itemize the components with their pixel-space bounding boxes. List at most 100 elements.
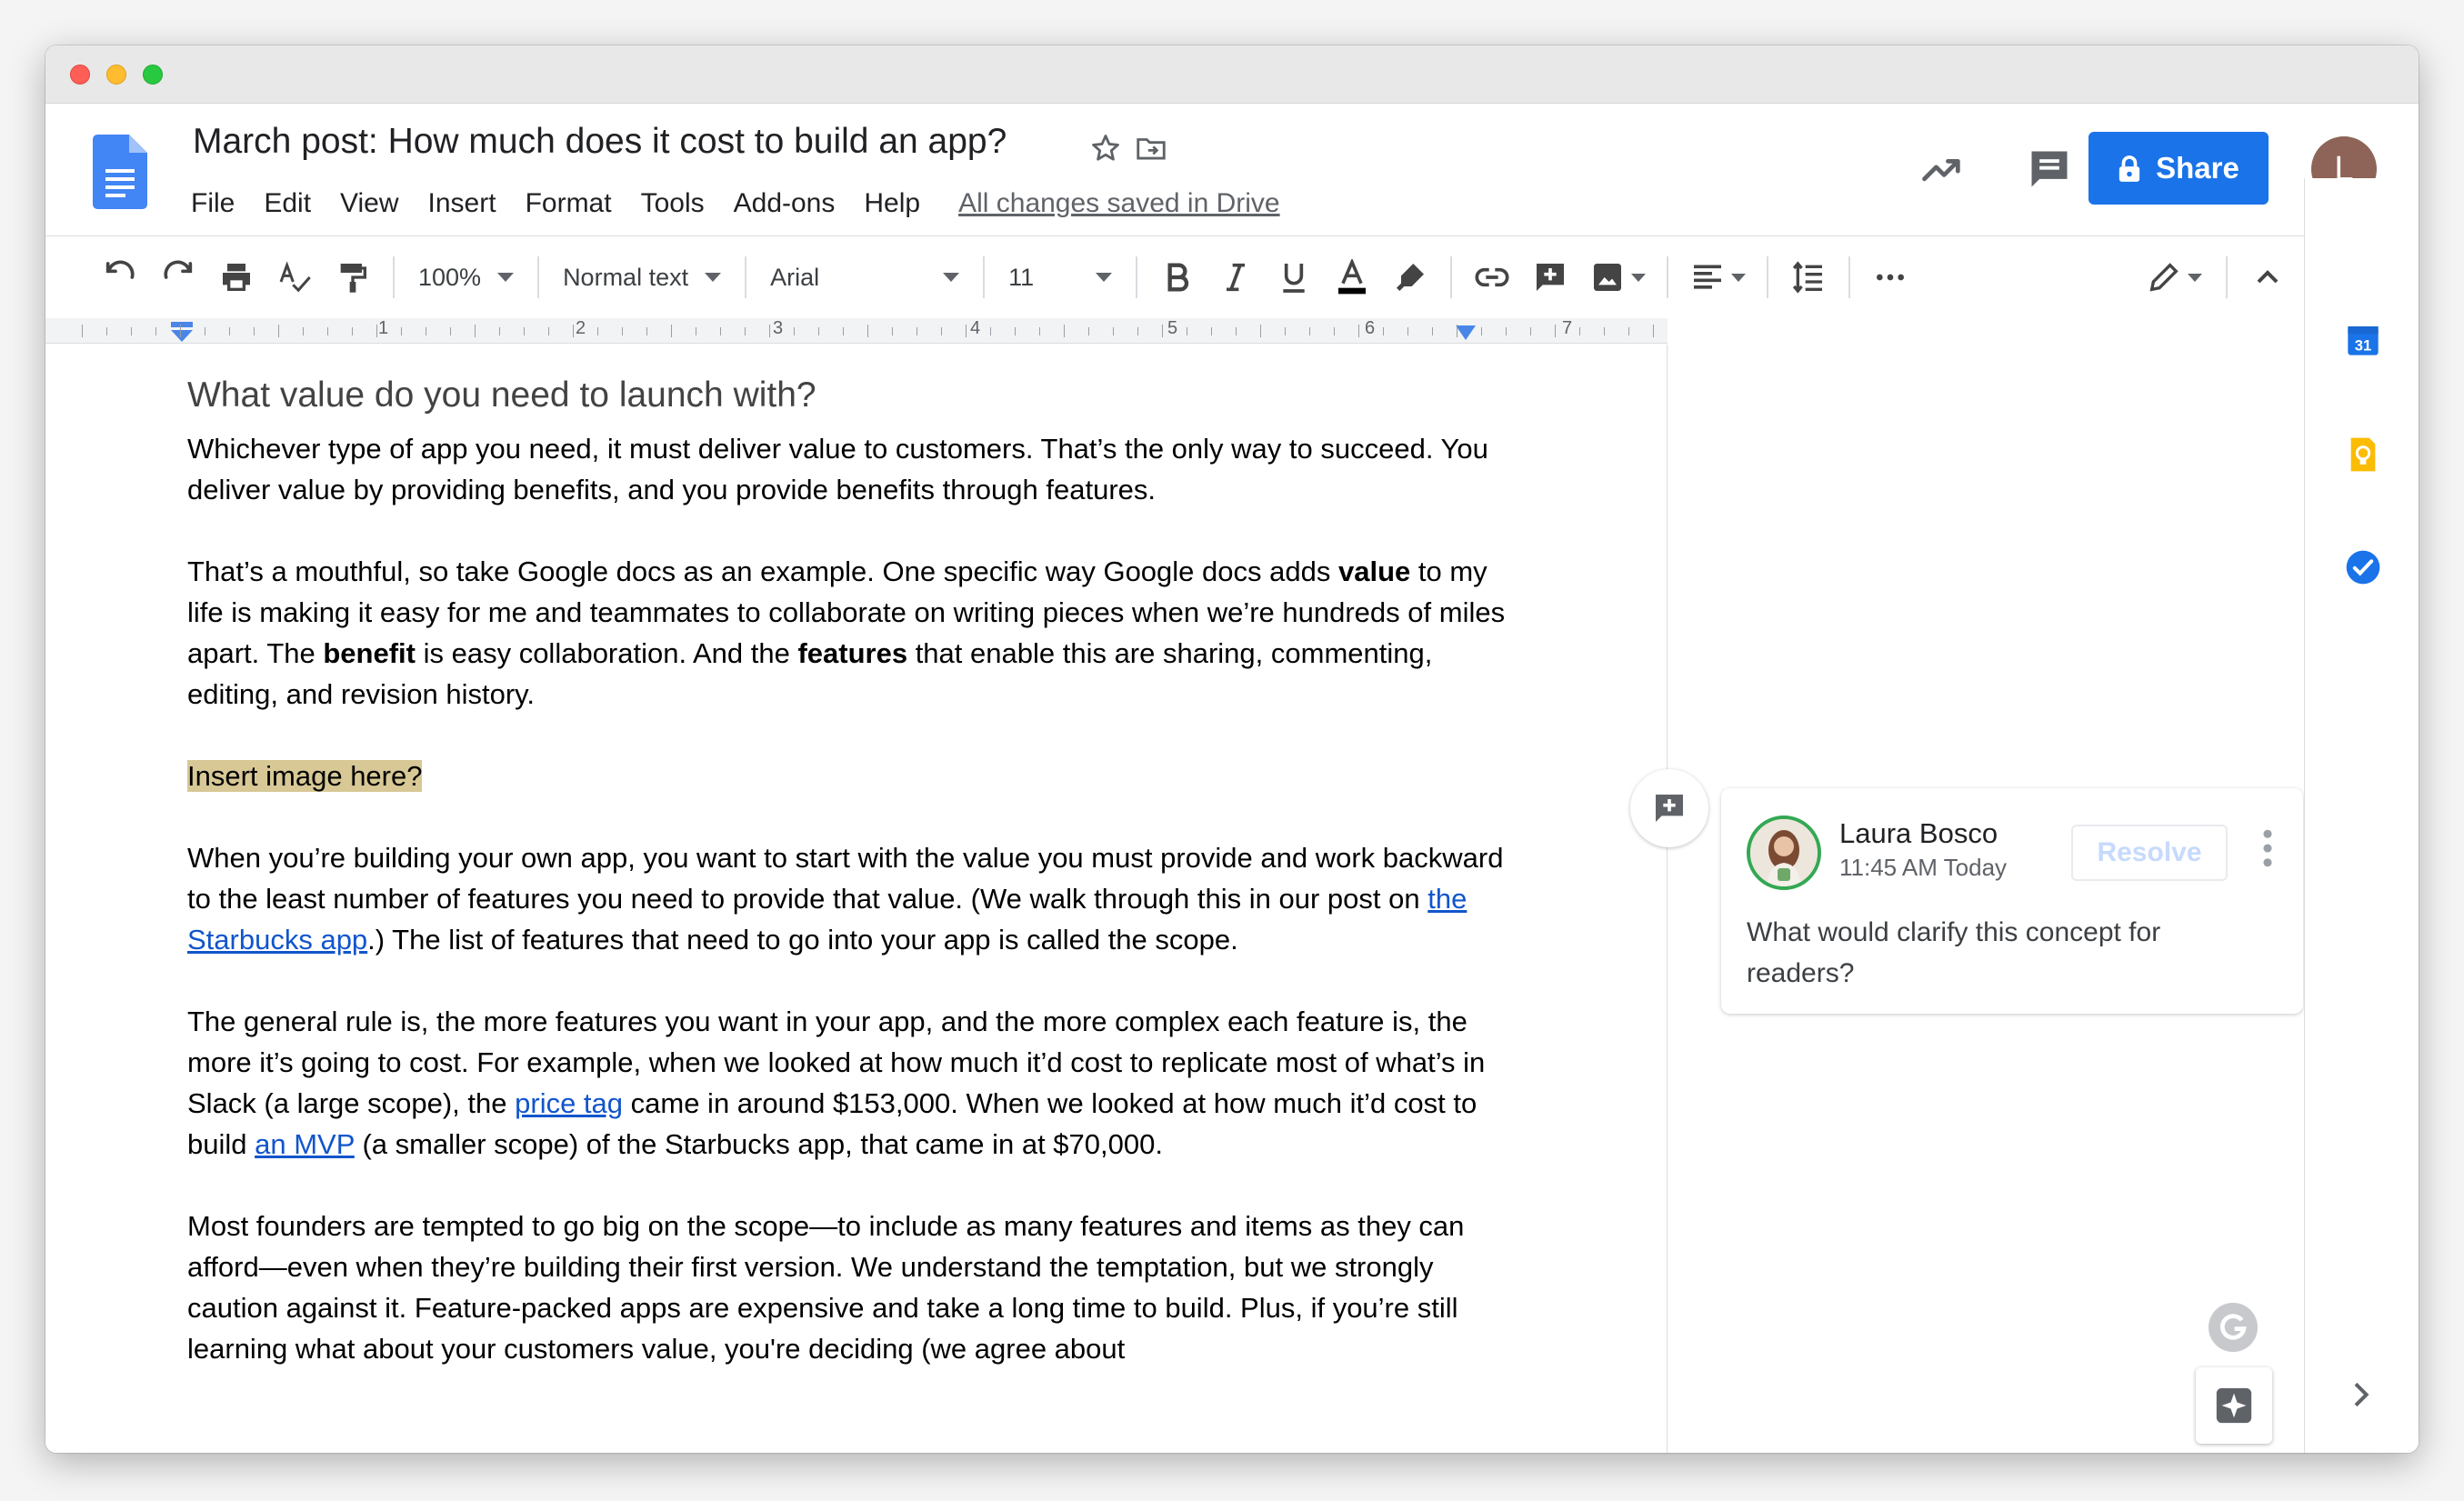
- comment-thread[interactable]: Laura Bosco 11:45 AM Today Resolve What …: [1721, 788, 2303, 1014]
- ruler-number: 2: [576, 318, 586, 338]
- italic-button[interactable]: [1207, 248, 1265, 306]
- menu-view[interactable]: View: [340, 188, 398, 219]
- add-comment-icon: [1537, 264, 1565, 291]
- text-color-icon: [1338, 259, 1367, 295]
- font-value: Arial: [770, 263, 820, 291]
- paint-format-button[interactable]: [324, 248, 382, 306]
- share-button[interactable]: Share: [2088, 132, 2269, 205]
- ruler-tick: [966, 325, 967, 337]
- highlighted-text[interactable]: Insert image here?: [187, 760, 423, 792]
- ruler-tick: [278, 325, 279, 337]
- explore-button[interactable]: [2196, 1367, 2272, 1444]
- ruler-tick: [1137, 327, 1138, 335]
- chevron-down-icon: [1731, 273, 1747, 282]
- minimize-window-button[interactable]: [106, 65, 126, 85]
- close-window-button[interactable]: [70, 65, 90, 85]
- bold-text: value: [1337, 555, 1411, 587]
- text-run: That’s a mouthful, so take Google docs a…: [187, 555, 1338, 587]
- undo-button[interactable]: [91, 248, 149, 306]
- ruler-tick: [1088, 327, 1089, 335]
- calendar-icon[interactable]: 31: [2345, 322, 2381, 358]
- expand-side-panel-icon[interactable]: [2342, 1376, 2379, 1413]
- zoom-select[interactable]: 100%: [406, 248, 526, 306]
- toolbar-separator: [393, 256, 395, 298]
- ruler-tick: [941, 327, 942, 335]
- chevron-down-icon: [943, 273, 960, 282]
- style-value: Normal text: [563, 263, 689, 291]
- menu-edit[interactable]: Edit: [264, 188, 311, 219]
- maximize-window-button[interactable]: [143, 65, 163, 85]
- toolbar-separator: [1667, 256, 1669, 298]
- toolbar-separator: [1848, 256, 1851, 298]
- ruler-tick: [180, 325, 181, 337]
- ruler-tick: [1113, 327, 1114, 335]
- paragraph-1: Whichever type of app you need, it must …: [187, 433, 1488, 505]
- text-color-button[interactable]: [1323, 248, 1381, 306]
- menu-insert[interactable]: Insert: [428, 188, 496, 219]
- menu-tools[interactable]: Tools: [641, 188, 705, 219]
- paint-format-icon: [340, 264, 366, 293]
- toolbar-separator: [745, 256, 747, 298]
- document-title[interactable]: March post: How much does it cost to bui…: [193, 122, 1007, 162]
- side-panel: 31: [2304, 178, 2419, 1453]
- align-button[interactable]: [1679, 248, 1756, 306]
- resolve-button[interactable]: Resolve: [2071, 825, 2228, 881]
- mvp-link[interactable]: an MVP: [255, 1128, 355, 1160]
- document-body[interactable]: What value do you need to launch with? W…: [187, 375, 1524, 1410]
- insert-image-button[interactable]: [1579, 248, 1656, 306]
- add-comment-button[interactable]: [1630, 769, 1708, 847]
- star-icon[interactable]: [1088, 131, 1123, 165]
- toolbar-separator: [1136, 256, 1138, 298]
- menu-file[interactable]: File: [191, 188, 235, 219]
- keep-icon[interactable]: [2345, 436, 2381, 473]
- ruler-tick: [1260, 325, 1261, 337]
- ruler-tick: [646, 327, 647, 335]
- document-page[interactable]: What value do you need to launch with? W…: [45, 345, 1668, 1453]
- ruler-tick: [1334, 327, 1335, 335]
- highlight-color-button[interactable]: [1381, 248, 1439, 306]
- comments-icon[interactable]: [2026, 145, 2073, 193]
- menu-add-ons[interactable]: Add-ons: [734, 188, 836, 219]
- redo-button[interactable]: [149, 248, 207, 306]
- spellcheck-button[interactable]: [265, 248, 324, 306]
- paragraph-style-select[interactable]: Normal text: [550, 248, 734, 306]
- editing-mode-button[interactable]: [2133, 248, 2215, 306]
- pencil-icon: [2149, 263, 2179, 292]
- insert-link-button[interactable]: [1463, 248, 1521, 306]
- right-indent-marker-icon[interactable]: [1456, 325, 1476, 340]
- insert-comment-button[interactable]: [1521, 248, 1579, 306]
- font-select[interactable]: Arial: [757, 248, 972, 306]
- comment-text: What would clarify this concept for read…: [1747, 917, 2161, 988]
- ruler-tick: [499, 327, 500, 335]
- document-canvas: What value do you need to launch with? W…: [45, 345, 1668, 1453]
- price-tag-link[interactable]: price tag: [515, 1087, 623, 1119]
- left-indent-marker-icon[interactable]: [171, 322, 193, 342]
- bold-button[interactable]: [1148, 248, 1207, 306]
- image-icon: [1594, 264, 1622, 291]
- ruler-tick: [106, 327, 107, 335]
- link-icon: [1475, 267, 1509, 287]
- menu-help[interactable]: Help: [864, 188, 920, 219]
- tasks-icon[interactable]: [2345, 549, 2381, 585]
- menu-format[interactable]: Format: [526, 188, 612, 219]
- underline-button[interactable]: [1265, 248, 1323, 306]
- font-size-select[interactable]: 11: [996, 248, 1125, 306]
- google-docs-logo-icon[interactable]: [93, 135, 147, 209]
- paragraph-4: The general rule is, the more features y…: [187, 1001, 1524, 1165]
- grammarly-button[interactable]: [2209, 1303, 2258, 1352]
- ruler-tick: [254, 327, 255, 335]
- person-photo-icon: [1750, 819, 1818, 886]
- save-status-link[interactable]: All changes saved in Drive: [958, 188, 1280, 219]
- activity-trend-icon[interactable]: [1918, 145, 1966, 193]
- more-vertical-icon[interactable]: [2262, 829, 2273, 867]
- paragraph-3: When you’re building your own app, you w…: [187, 837, 1524, 960]
- collapse-menus-button[interactable]: [2239, 248, 2297, 306]
- ruler-tick: [1530, 327, 1531, 335]
- line-spacing-button[interactable]: [1779, 248, 1838, 306]
- ruler-tick: [867, 325, 868, 337]
- move-to-folder-icon[interactable]: [1134, 131, 1168, 165]
- underline-icon: [1283, 264, 1305, 293]
- more-options-button[interactable]: [1861, 248, 1919, 306]
- print-button[interactable]: [207, 248, 265, 306]
- ruler-tick: [818, 327, 819, 335]
